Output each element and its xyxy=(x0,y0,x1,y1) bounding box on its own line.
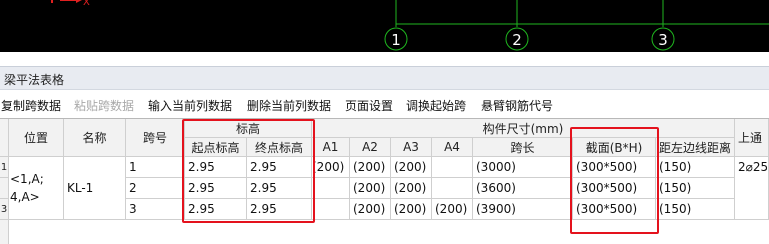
cell-a1[interactable] xyxy=(312,178,350,199)
row-header-filler xyxy=(0,220,9,244)
panel-header: 梁平法表格 xyxy=(0,66,769,90)
cell-a3[interactable]: (200) xyxy=(391,157,432,178)
cell-section[interactable]: (300*500) xyxy=(573,157,656,178)
cell-a3[interactable]: (200) xyxy=(391,178,432,199)
header-name: 名称 xyxy=(64,119,126,157)
cell-a4[interactable] xyxy=(432,178,473,199)
position-line-1: <1,A; xyxy=(10,172,44,186)
axis-x-label: X xyxy=(83,0,90,8)
header-elevation: 标高 xyxy=(185,119,312,138)
cell-start-elevation[interactable]: 2.95 xyxy=(185,157,247,178)
position-line-2: 4,A> xyxy=(10,190,40,204)
panel-title: 梁平法表格 xyxy=(4,73,65,87)
cell-left-edge-distance[interactable]: (150) xyxy=(656,199,735,220)
delete-current-column-button[interactable]: 删除当前列数据 xyxy=(247,97,331,114)
origin-arrow xyxy=(76,0,82,3)
cell-a4[interactable]: (200) xyxy=(432,199,473,220)
copy-span-data-button[interactable]: 复制跨数据 xyxy=(1,97,61,114)
cell-a4[interactable] xyxy=(432,157,473,178)
cell-span-no[interactable]: 3 xyxy=(126,199,185,220)
app-window: X 1 2 3 梁平法表格 复制跨数据 粘贴跨数据 输入当前列数据 删除当前列数… xyxy=(0,0,769,244)
header-span-no: 跨号 xyxy=(126,119,185,157)
header-a3: A3 xyxy=(391,138,432,157)
header-top-through: 上通 xyxy=(735,119,769,157)
row-marker[interactable]: 3 xyxy=(0,199,9,220)
cell-a2[interactable]: (200) xyxy=(350,199,391,220)
header-a4: A4 xyxy=(432,138,473,157)
cell-span-no[interactable]: 2 xyxy=(126,178,185,199)
cell-section[interactable]: (300*500) xyxy=(573,178,656,199)
axis-bubble-label: 1 xyxy=(391,31,401,49)
header-position: 位置 xyxy=(9,119,64,157)
cell-left-edge-distance[interactable]: (150) xyxy=(656,157,735,178)
row-header-corner xyxy=(0,119,9,157)
cell-start-elevation[interactable]: 2.95 xyxy=(185,178,247,199)
cell-span-length[interactable]: (3000) xyxy=(473,157,573,178)
cell-end-elevation[interactable]: 2.95 xyxy=(247,157,312,178)
cell-section[interactable]: (300*500) xyxy=(573,199,656,220)
header-member-size: 构件尺寸(mm) xyxy=(312,119,735,138)
header-a2: A2 xyxy=(350,138,391,157)
cell-top-through[interactable]: 2⌀25 xyxy=(735,157,769,220)
cell-span-no[interactable]: 1 xyxy=(126,157,185,178)
header-end-elevation: 终点标高 xyxy=(247,138,312,157)
cell-span-length[interactable]: (3600) xyxy=(473,178,573,199)
toolbar: 复制跨数据 粘贴跨数据 输入当前列数据 删除当前列数据 页面设置 调换起始跨 悬… xyxy=(0,91,769,118)
cad-canvas[interactable]: X 1 2 3 xyxy=(0,0,769,52)
row-marker[interactable] xyxy=(0,178,9,199)
cell-start-elevation[interactable]: 2.95 xyxy=(185,199,247,220)
page-setup-button[interactable]: 页面设置 xyxy=(345,97,393,114)
axis-bubble-label: 3 xyxy=(658,31,668,49)
cell-end-elevation[interactable]: 2.95 xyxy=(247,178,312,199)
cell-position[interactable]: <1,A; 4,A> xyxy=(9,157,64,220)
cell-a3[interactable]: (200) xyxy=(391,199,432,220)
cell-a2[interactable]: (200) xyxy=(350,157,391,178)
row-marker[interactable]: 1 xyxy=(0,157,9,178)
beam-table: 位置 名称 跨号 标高 构件尺寸(mm) 上通 起点标高 终点标高 A1 A2 … xyxy=(0,118,769,244)
cell-a1[interactable] xyxy=(312,199,350,220)
cell-span-length[interactable]: (3900) xyxy=(473,199,573,220)
axis-bubble-label: 2 xyxy=(512,31,522,49)
header-section: 截面(B*H) xyxy=(573,138,656,157)
swap-start-span-button[interactable]: 调换起始跨 xyxy=(406,97,466,114)
header-start-elevation: 起点标高 xyxy=(185,138,247,157)
cell-a1[interactable]: (200) xyxy=(312,157,350,178)
header-left-edge-distance: 距左边线距离 xyxy=(656,138,735,157)
input-current-column-button[interactable]: 输入当前列数据 xyxy=(148,97,232,114)
paste-span-data-button[interactable]: 粘贴跨数据 xyxy=(74,97,134,114)
cell-name[interactable]: KL-1 xyxy=(64,157,126,220)
header-span-length: 跨长 xyxy=(473,138,573,157)
cell-a2[interactable]: (200) xyxy=(350,178,391,199)
header-a1: A1 xyxy=(312,138,350,157)
cantilever-rebar-code-button[interactable]: 悬臂钢筋代号 xyxy=(481,97,553,114)
axis-grid-drawing: X 1 2 3 xyxy=(51,0,769,51)
cell-end-elevation[interactable]: 2.95 xyxy=(247,199,312,220)
cell-left-edge-distance[interactable]: (150) xyxy=(656,178,735,199)
